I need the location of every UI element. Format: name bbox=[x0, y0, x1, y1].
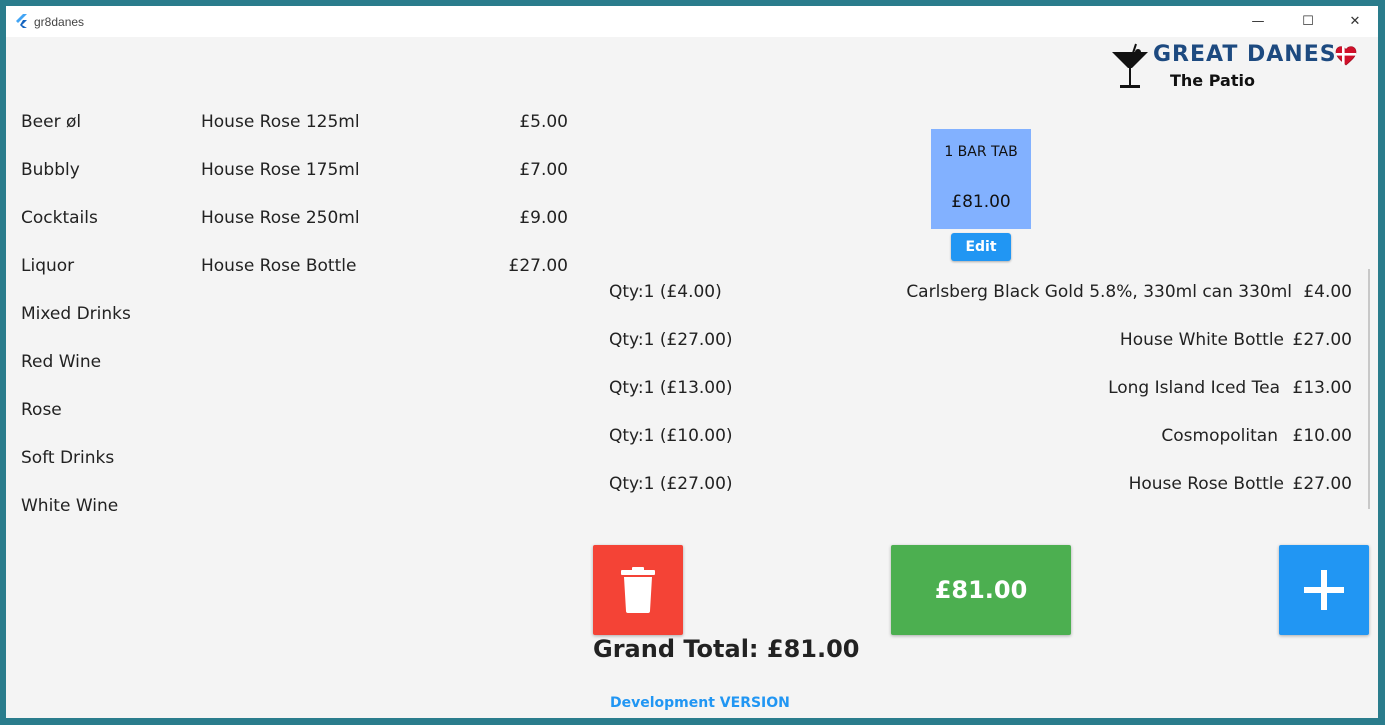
trash-icon bbox=[621, 567, 655, 613]
order-description: Cosmopolitan bbox=[1161, 426, 1278, 446]
product-name: House Rose Bottle bbox=[201, 256, 357, 276]
order-price: £27.00 bbox=[1292, 330, 1352, 350]
category-cocktails[interactable]: Cocktails bbox=[21, 208, 98, 228]
close-button[interactable]: ✕ bbox=[1332, 6, 1378, 37]
product-name: House Rose 250ml bbox=[201, 208, 360, 228]
order-price: £13.00 bbox=[1292, 378, 1352, 398]
title-bar: gr8danes — ☐ ✕ bbox=[6, 6, 1378, 37]
order-qty: Qty:1 (£27.00) bbox=[609, 474, 733, 494]
product-name: House Rose 125ml bbox=[201, 112, 360, 132]
category-white-wine[interactable]: White Wine bbox=[21, 496, 118, 516]
logo-title: GREAT DANES bbox=[1153, 42, 1337, 67]
category-mixed-drinks[interactable]: Mixed Drinks bbox=[21, 304, 131, 324]
edit-tab-button[interactable]: Edit bbox=[951, 233, 1011, 261]
product-price: £9.00 bbox=[519, 208, 568, 228]
pay-total-button[interactable]: £81.00 bbox=[891, 545, 1071, 635]
tab-total: £81.00 bbox=[951, 192, 1011, 212]
category-beer[interactable]: Beer øl bbox=[21, 112, 81, 132]
cocktail-glass-icon bbox=[1112, 43, 1148, 88]
maximize-button[interactable]: ☐ bbox=[1285, 6, 1331, 37]
order-price: £10.00 bbox=[1292, 426, 1352, 446]
order-description: Long Island Iced Tea bbox=[1108, 378, 1280, 398]
minimize-button[interactable]: — bbox=[1235, 6, 1281, 37]
window-title: gr8danes bbox=[34, 15, 85, 29]
category-red-wine[interactable]: Red Wine bbox=[21, 352, 101, 372]
category-bubbly[interactable]: Bubbly bbox=[21, 160, 80, 180]
brand-logo: GREAT DANES The Patio bbox=[1110, 42, 1360, 92]
flutter-icon bbox=[16, 14, 27, 28]
category-liquor[interactable]: Liquor bbox=[21, 256, 74, 276]
product-price: £7.00 bbox=[519, 160, 568, 180]
order-description: Carlsberg Black Gold 5.8%, 330ml can 330… bbox=[906, 282, 1292, 302]
product-price: £5.00 bbox=[519, 112, 568, 132]
danish-flag-heart-icon bbox=[1335, 46, 1357, 66]
order-price: £4.00 bbox=[1303, 282, 1352, 302]
order-qty: Qty:1 (£13.00) bbox=[609, 378, 733, 398]
product-price: £27.00 bbox=[508, 256, 568, 276]
order-qty: Qty:1 (£27.00) bbox=[609, 330, 733, 350]
add-button[interactable] bbox=[1279, 545, 1369, 635]
delete-button[interactable] bbox=[593, 545, 683, 635]
order-qty: Qty:1 (£4.00) bbox=[609, 282, 722, 302]
order-description: House White Bottle bbox=[1119, 330, 1284, 350]
order-list-scrollbar[interactable] bbox=[1368, 269, 1370, 509]
grand-total: Grand Total: £81.00 bbox=[593, 635, 860, 663]
order-qty: Qty:1 (£10.00) bbox=[609, 426, 733, 446]
tab-card[interactable]: 1 BAR TAB £81.00 bbox=[931, 129, 1031, 229]
category-rose[interactable]: Rose bbox=[21, 400, 62, 420]
order-price: £27.00 bbox=[1292, 474, 1352, 494]
order-description: House Rose Bottle bbox=[1128, 474, 1284, 494]
main-content: GREAT DANES The Patio Beer øl Bubbly Coc… bbox=[6, 37, 1378, 718]
dev-version-label: Development VERSION bbox=[610, 695, 790, 711]
plus-icon bbox=[1304, 570, 1344, 610]
tab-name: 1 BAR TAB bbox=[944, 144, 1018, 160]
app-window: gr8danes — ☐ ✕ GREAT DANES The Patio Bee… bbox=[6, 6, 1378, 718]
product-name: House Rose 175ml bbox=[201, 160, 360, 180]
logo-subtitle: The Patio bbox=[1170, 71, 1255, 90]
category-soft-drinks[interactable]: Soft Drinks bbox=[21, 448, 114, 468]
